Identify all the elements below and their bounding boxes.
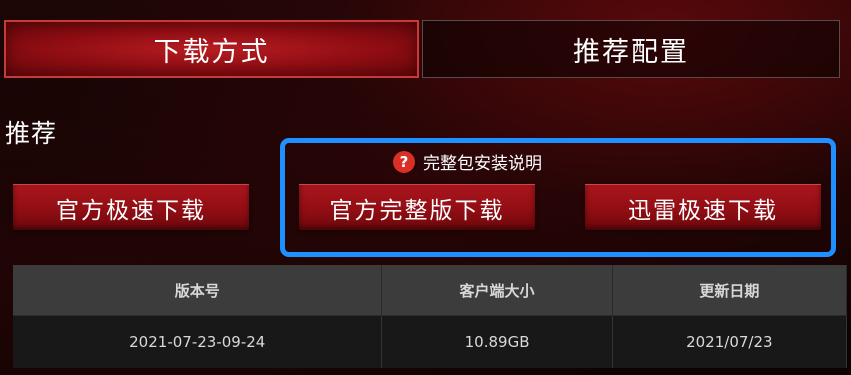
tab-recommended-config[interactable]: 推荐配置 xyxy=(422,20,840,78)
table-header-row: 版本号 客户端大小 更新日期 xyxy=(13,265,848,316)
header-client-size: 客户端大小 xyxy=(381,265,613,316)
cell-update-date: 2021/07/23 xyxy=(612,315,848,368)
install-instructions-label: 完整包安装说明 xyxy=(423,154,542,174)
official-full-download-label: 官方完整版下载 xyxy=(329,197,505,224)
client-info-table: 版本号 客户端大小 更新日期 2021-07-23-09-24 10.89GB … xyxy=(13,265,848,368)
question-icon: ? xyxy=(393,150,415,173)
official-fast-download-button[interactable]: 官方极速下载 xyxy=(13,184,249,230)
header-version: 版本号 xyxy=(13,265,383,316)
official-full-download-button[interactable]: 官方完整版下载 xyxy=(299,184,535,230)
official-fast-download-label: 官方极速下载 xyxy=(56,197,206,224)
section-title: 推荐 xyxy=(5,119,58,148)
cell-client-size: 10.89GB xyxy=(381,315,613,368)
table-row: 2021-07-23-09-24 10.89GB 2021/07/23 xyxy=(13,315,848,368)
install-instructions-link[interactable]: ? 完整包安装说明 xyxy=(393,149,542,174)
tab-download-method[interactable]: 下载方式 xyxy=(4,20,419,78)
tab-recommended-config-label: 推荐配置 xyxy=(573,36,689,68)
header-update-date: 更新日期 xyxy=(612,265,848,316)
tab-download-method-label: 下载方式 xyxy=(153,36,270,68)
thunder-fast-download-button[interactable]: 迅雷极速下载 xyxy=(585,184,821,230)
thunder-fast-download-label: 迅雷极速下载 xyxy=(628,197,778,224)
cell-version: 2021-07-23-09-24 xyxy=(13,315,383,368)
